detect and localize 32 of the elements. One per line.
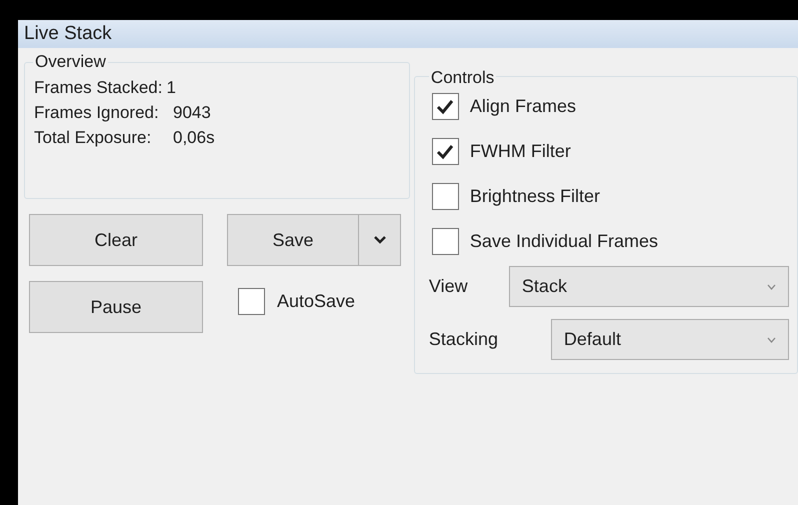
dropdown-value: Stack xyxy=(522,275,567,298)
stat-value: 1 xyxy=(166,76,176,99)
checkmark-icon xyxy=(436,98,454,114)
checkbox-label: FWHM Filter xyxy=(470,140,571,163)
checkbox[interactable] xyxy=(238,288,265,314)
select-label: View xyxy=(428,275,469,298)
checkbox-label: Align Frames xyxy=(470,95,576,118)
checkbox[interactable] xyxy=(432,138,459,165)
checkbox[interactable] xyxy=(432,93,459,120)
checkbox[interactable] xyxy=(432,228,459,255)
stat-label: Total Exposure: xyxy=(34,126,152,149)
dropdown-value: Default xyxy=(564,328,621,351)
checkbox[interactable] xyxy=(432,183,459,210)
checkmark-icon xyxy=(436,144,454,160)
checkbox-label: Brightness Filter xyxy=(470,185,600,208)
save-split-button[interactable]: Save xyxy=(227,214,401,266)
stat-label: Frames Stacked: xyxy=(34,76,162,99)
save-label: Save xyxy=(228,215,359,265)
autosave-label: AutoSave xyxy=(277,290,356,312)
select-label: Stacking xyxy=(428,328,499,351)
clear-button[interactable]: Clear xyxy=(29,214,203,266)
stat-label: Frames Ignored: xyxy=(34,102,160,124)
window-title: Live Stack xyxy=(24,22,112,46)
chevron-down-icon xyxy=(767,284,776,290)
stat-value: 9043 xyxy=(173,102,211,124)
chevron-down-icon xyxy=(767,336,776,342)
pause-button[interactable]: Pause xyxy=(29,281,203,333)
caret-icon xyxy=(374,236,386,244)
dropdown[interactable]: Default xyxy=(550,319,789,360)
dropdown[interactable]: Stack xyxy=(508,266,789,307)
checkbox-label: Save Individual Frames xyxy=(470,230,658,253)
stat-value: 0,06s xyxy=(173,126,215,149)
